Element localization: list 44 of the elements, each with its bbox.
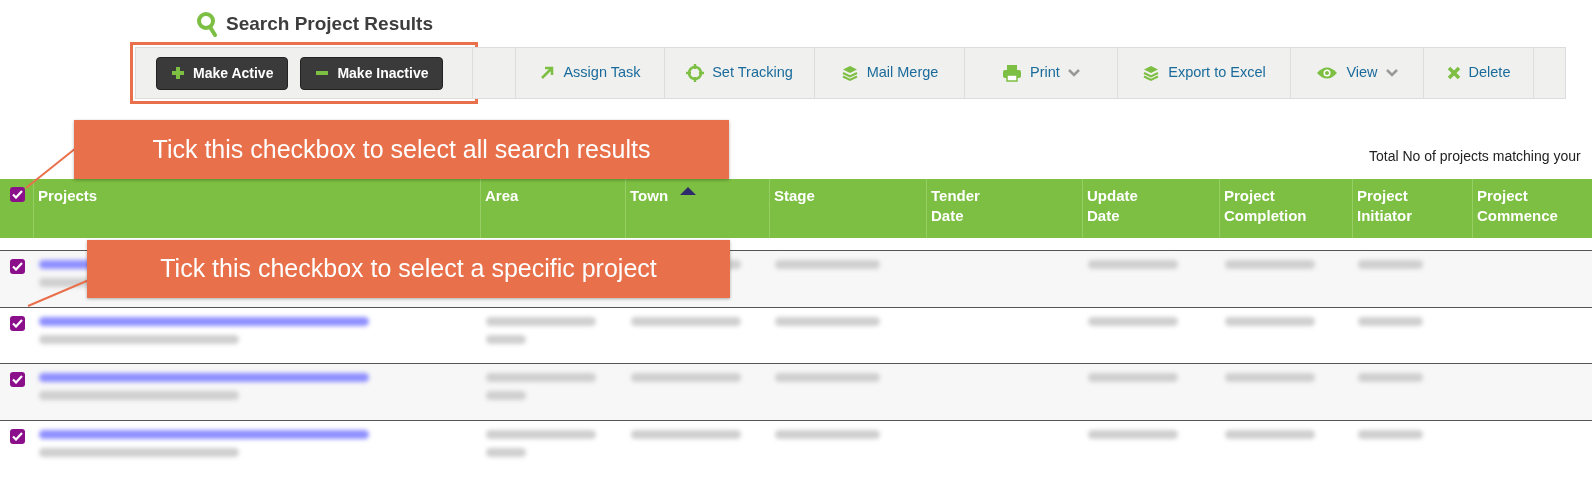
leader-line	[27, 279, 90, 307]
page-title: Search Project Results	[226, 12, 433, 36]
blurred-text	[1358, 429, 1423, 439]
check-icon	[12, 375, 23, 384]
blurred-text	[486, 334, 526, 344]
blurred-text	[486, 391, 526, 400]
toolbar-background	[1534, 47, 1566, 99]
blurred-text	[1358, 260, 1423, 269]
arrow-icon	[539, 65, 556, 81]
close-icon	[1446, 66, 1461, 80]
total-count-text: Total No of projects matching your	[1369, 147, 1581, 166]
blurred-text	[1358, 373, 1423, 382]
toolbar-button[interactable]: Delete	[1424, 47, 1534, 99]
toolbar-button[interactable]: Print	[965, 47, 1118, 99]
plus-icon	[171, 66, 185, 80]
layers-icon	[840, 64, 859, 82]
leader-line	[25, 147, 77, 189]
printer-icon	[1002, 64, 1023, 82]
checkbox[interactable]	[10, 315, 25, 331]
checkbox[interactable]	[10, 372, 25, 387]
blurred-text	[1358, 316, 1423, 326]
checkbox[interactable]	[10, 428, 25, 444]
blurred-text	[486, 447, 526, 457]
chevron-down-icon	[1385, 69, 1398, 77]
crosshair-icon	[686, 64, 705, 82]
check-icon	[12, 431, 23, 441]
check-icon	[12, 190, 23, 199]
checkbox[interactable]	[10, 187, 25, 202]
check-icon	[12, 262, 23, 271]
callout-text: Tick this checkbox to select all search results	[74, 120, 729, 179]
chevron-down-icon	[1067, 69, 1080, 77]
callout-text: Tick this checkbox to select a specific project	[87, 240, 730, 298]
toolbar-button[interactable]: View	[1291, 47, 1424, 99]
checkbox[interactable]	[10, 259, 25, 274]
toolbar-button[interactable]: Mail Merge	[815, 47, 965, 99]
toolbar-button[interactable]: Set Tracking	[665, 47, 815, 99]
toolbar-button[interactable]: Export to Excel	[1118, 47, 1291, 99]
sort-up-icon	[680, 186, 697, 195]
make-active-button[interactable]: Make Active	[156, 56, 289, 90]
layers-icon	[1142, 64, 1161, 82]
search-icon	[196, 11, 218, 37]
toolbar-button[interactable]: Assign Task	[515, 47, 665, 99]
eye-icon	[1316, 66, 1339, 80]
check-icon	[12, 318, 23, 328]
